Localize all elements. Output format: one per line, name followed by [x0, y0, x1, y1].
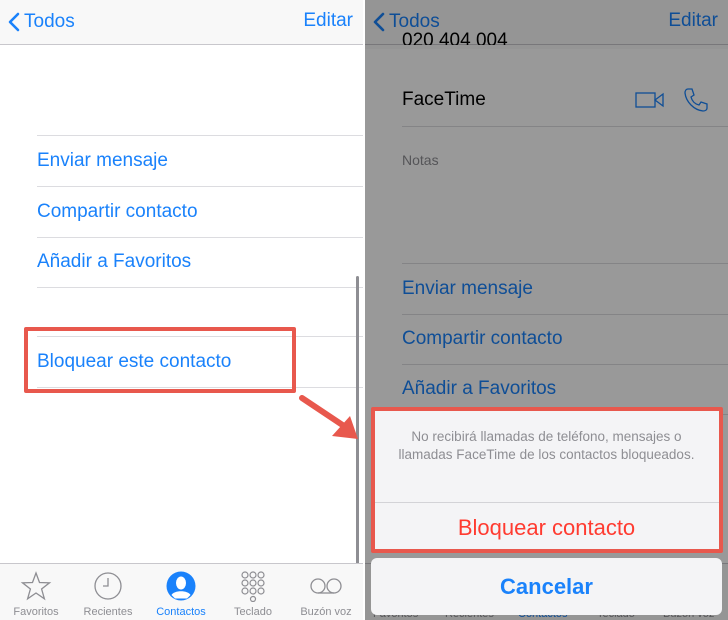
star-icon	[20, 571, 52, 601]
person-icon	[166, 571, 196, 601]
tab-label: Contactos	[156, 606, 206, 618]
highlight-box	[24, 327, 296, 393]
tab-recientes[interactable]: Recientes	[72, 564, 144, 620]
back-label: Todos	[24, 11, 75, 32]
tab-label: Buzón voz	[300, 606, 352, 618]
tab-label: Teclado	[234, 606, 272, 618]
tab-label: Recientes	[83, 606, 133, 618]
back-button[interactable]: Todos	[8, 10, 75, 34]
tab-contactos[interactable]: Contactos	[145, 564, 217, 620]
contact-screen-left: Todos Editar Enviar mensaje Compartir co…	[0, 0, 363, 620]
send-message-row[interactable]: Enviar mensaje	[37, 136, 363, 187]
edit-button[interactable]: Editar	[303, 10, 353, 32]
add-favorites-row[interactable]: Añadir a Favoritos	[37, 237, 363, 288]
share-contact-row[interactable]: Compartir contacto	[37, 187, 363, 238]
clock-icon	[94, 572, 122, 600]
nav-bar: Todos Editar	[0, 0, 363, 45]
tab-buzon-voz[interactable]: Buzón voz	[290, 564, 362, 620]
tab-label: Favoritos	[13, 606, 59, 618]
arrow-annotation	[299, 395, 358, 439]
tab-bar: Favoritos Recientes Contactos Teclado Bu…	[0, 563, 363, 620]
tab-teclado[interactable]: Teclado	[217, 564, 289, 620]
contact-screen-right: Todos Editar 020 404 004 FaceTime Notas …	[365, 0, 728, 620]
highlight-box	[371, 407, 723, 553]
chevron-left-icon	[8, 12, 20, 32]
keypad-icon	[241, 571, 265, 602]
cancel-button[interactable]: Cancelar	[371, 558, 722, 615]
voicemail-icon	[310, 578, 342, 594]
tab-favoritos[interactable]: Favoritos	[0, 564, 72, 620]
